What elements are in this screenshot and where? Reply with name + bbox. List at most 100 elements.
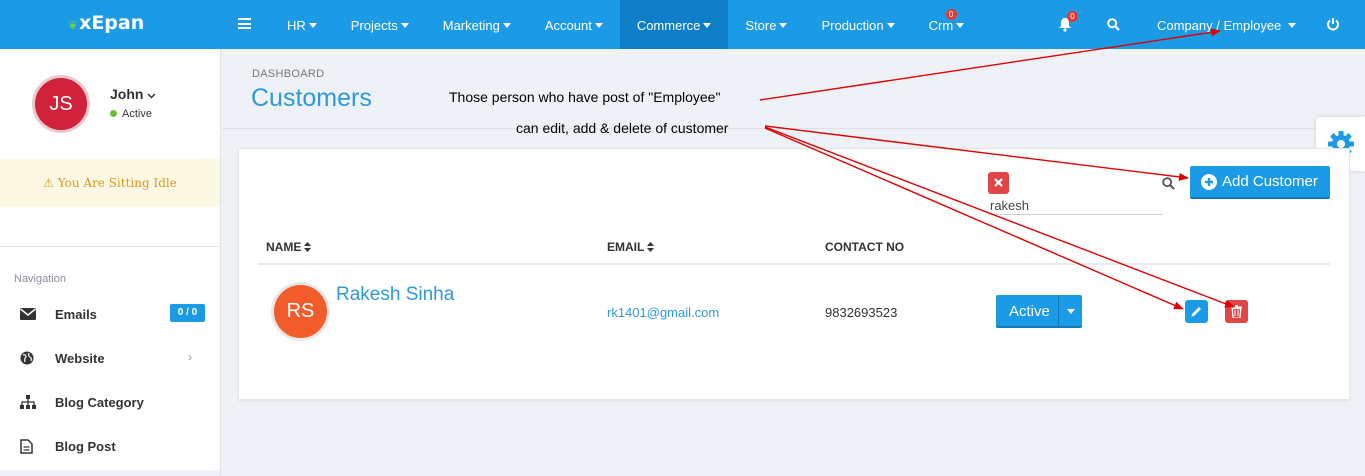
menu-account[interactable]: Account bbox=[528, 0, 620, 49]
add-customer-button[interactable]: Add Customer bbox=[1190, 166, 1330, 199]
column-header-name[interactable]: NAME bbox=[266, 240, 312, 254]
brand-logo[interactable]: ❦xEpan bbox=[68, 12, 144, 34]
menu-production[interactable]: Production bbox=[804, 0, 911, 49]
sidebar-item-label: Blog Post bbox=[55, 439, 116, 454]
sidebar-item-label: Website bbox=[55, 351, 105, 366]
globe-icon bbox=[20, 351, 36, 367]
header-divider bbox=[222, 128, 1365, 129]
customer-name-link[interactable]: Rakesh Sinha bbox=[336, 284, 454, 306]
idle-banner: ⚠ You Are Sitting Idle bbox=[0, 159, 220, 207]
sidebar-item-website[interactable]: Website › bbox=[0, 339, 220, 379]
user-status-label: Active bbox=[122, 108, 152, 120]
leaf-icon: ❦ bbox=[68, 18, 79, 32]
table-header-divider bbox=[258, 263, 1330, 265]
trash-icon bbox=[1231, 305, 1242, 318]
sidebar-item-label: Emails bbox=[55, 307, 97, 322]
search-input-value[interactable]: rakesh bbox=[990, 198, 1029, 213]
split-divider bbox=[1058, 295, 1059, 326]
menu-commerce-label: Commerce bbox=[636, 18, 701, 33]
caret-down-icon bbox=[1288, 23, 1297, 28]
brand-name: xEpan bbox=[79, 12, 145, 34]
sidebar-item-label: Blog Category bbox=[55, 395, 144, 410]
sidebar-footer-strip bbox=[0, 470, 220, 476]
menu-commerce[interactable]: Commerce bbox=[619, 0, 729, 49]
edit-button[interactable] bbox=[1185, 300, 1208, 323]
customers-card bbox=[238, 148, 1350, 400]
menu-marketing[interactable]: Marketing bbox=[426, 0, 528, 49]
warning-icon: ⚠ bbox=[43, 176, 54, 190]
crm-badge: 0 bbox=[945, 9, 957, 20]
search-input[interactable] bbox=[988, 214, 1163, 215]
customer-avatar: RS bbox=[271, 282, 330, 341]
menu-hr-label: HR bbox=[287, 18, 306, 33]
customer-contact: 9832693523 bbox=[825, 305, 898, 320]
emails-count-badge: 0 / 0 bbox=[170, 304, 205, 322]
column-header-contact: CONTACT NO bbox=[825, 240, 905, 254]
menu-hr[interactable]: HR bbox=[270, 0, 334, 49]
caret-down-icon bbox=[703, 23, 712, 28]
chevron-right-icon: › bbox=[188, 350, 192, 364]
company-employee-label: Company / Employee bbox=[1157, 18, 1282, 33]
customer-email-link[interactable]: rk1401@gmail.com bbox=[607, 305, 719, 320]
menu-projects-label: Projects bbox=[350, 18, 398, 33]
menu-crm-label: Crm bbox=[928, 18, 954, 33]
column-header-email[interactable]: EMAIL bbox=[607, 240, 655, 254]
column-header-name-label: NAME bbox=[266, 240, 302, 254]
user-status: Active bbox=[110, 108, 152, 120]
chevron-down-icon bbox=[147, 93, 156, 99]
user-avatar[interactable]: JS bbox=[32, 75, 90, 133]
search-icon[interactable] bbox=[1162, 177, 1175, 195]
sidebar-item-blog-category[interactable]: Blog Category bbox=[0, 383, 220, 423]
user-name-dropdown[interactable]: John bbox=[110, 86, 156, 102]
caret-down-icon bbox=[956, 23, 965, 28]
caret-down-icon bbox=[308, 23, 317, 28]
annotation-line-2: can edit, add & delete of customer bbox=[516, 120, 729, 136]
sidebar: JS John Active ⚠ You Are Sitting Idle Na… bbox=[0, 49, 221, 476]
hamburger-icon[interactable] bbox=[238, 18, 251, 29]
divider bbox=[0, 246, 220, 247]
menu-store[interactable]: Store bbox=[728, 0, 804, 49]
caret-down-icon bbox=[594, 23, 603, 28]
caret-down-icon bbox=[400, 23, 409, 28]
delete-button[interactable] bbox=[1225, 300, 1248, 323]
power-icon[interactable] bbox=[1326, 17, 1340, 36]
envelope-icon bbox=[20, 307, 36, 323]
caret-down-icon bbox=[779, 23, 788, 28]
sidebar-item-blog-post[interactable]: Blog Post bbox=[0, 427, 220, 467]
annotation-line-1: Those person who have post of "Employee" bbox=[449, 89, 721, 105]
caret-down-icon bbox=[886, 23, 895, 28]
caret-down-icon[interactable] bbox=[1067, 309, 1075, 314]
plus-circle-icon bbox=[1201, 174, 1217, 190]
user-name: John bbox=[110, 86, 144, 102]
clear-search-button[interactable] bbox=[988, 172, 1009, 194]
search-icon[interactable] bbox=[1107, 18, 1120, 36]
status-dot-icon bbox=[110, 110, 117, 117]
status-label: Active bbox=[1009, 303, 1050, 320]
idle-message: You Are Sitting Idle bbox=[57, 176, 177, 190]
navigation-title: Navigation bbox=[14, 273, 66, 285]
caret-down-icon bbox=[502, 23, 511, 28]
menu-store-label: Store bbox=[745, 18, 777, 33]
sort-icon bbox=[647, 242, 655, 252]
company-employee-dropdown[interactable]: Company / Employee bbox=[1157, 18, 1297, 33]
pencil-icon bbox=[1191, 307, 1201, 317]
sidebar-item-emails[interactable]: Emails 0 / 0 bbox=[0, 295, 220, 335]
document-icon bbox=[20, 439, 36, 455]
menu-crm[interactable]: Crm 0 bbox=[912, 0, 982, 49]
notification-bell-icon[interactable]: 0 bbox=[1058, 11, 1078, 32]
page-title: Customers bbox=[251, 84, 372, 112]
top-navbar: ❦xEpan HR Projects Marketing Account Com… bbox=[0, 0, 1365, 49]
bell-badge: 0 bbox=[1067, 11, 1078, 22]
menu-production-label: Production bbox=[821, 18, 884, 33]
add-customer-label: Add Customer bbox=[1222, 173, 1318, 190]
breadcrumb[interactable]: DASHBOARD bbox=[252, 68, 324, 80]
menu-projects[interactable]: Projects bbox=[334, 0, 426, 49]
sitemap-icon bbox=[20, 395, 36, 411]
sort-icon bbox=[304, 242, 312, 252]
top-menu: HR Projects Marketing Account Commerce S… bbox=[270, 0, 981, 49]
column-header-email-label: EMAIL bbox=[607, 240, 645, 254]
menu-account-label: Account bbox=[544, 18, 592, 33]
status-dropdown-button[interactable]: Active bbox=[996, 295, 1082, 328]
menu-marketing-label: Marketing bbox=[442, 18, 500, 33]
close-icon bbox=[994, 178, 1003, 187]
